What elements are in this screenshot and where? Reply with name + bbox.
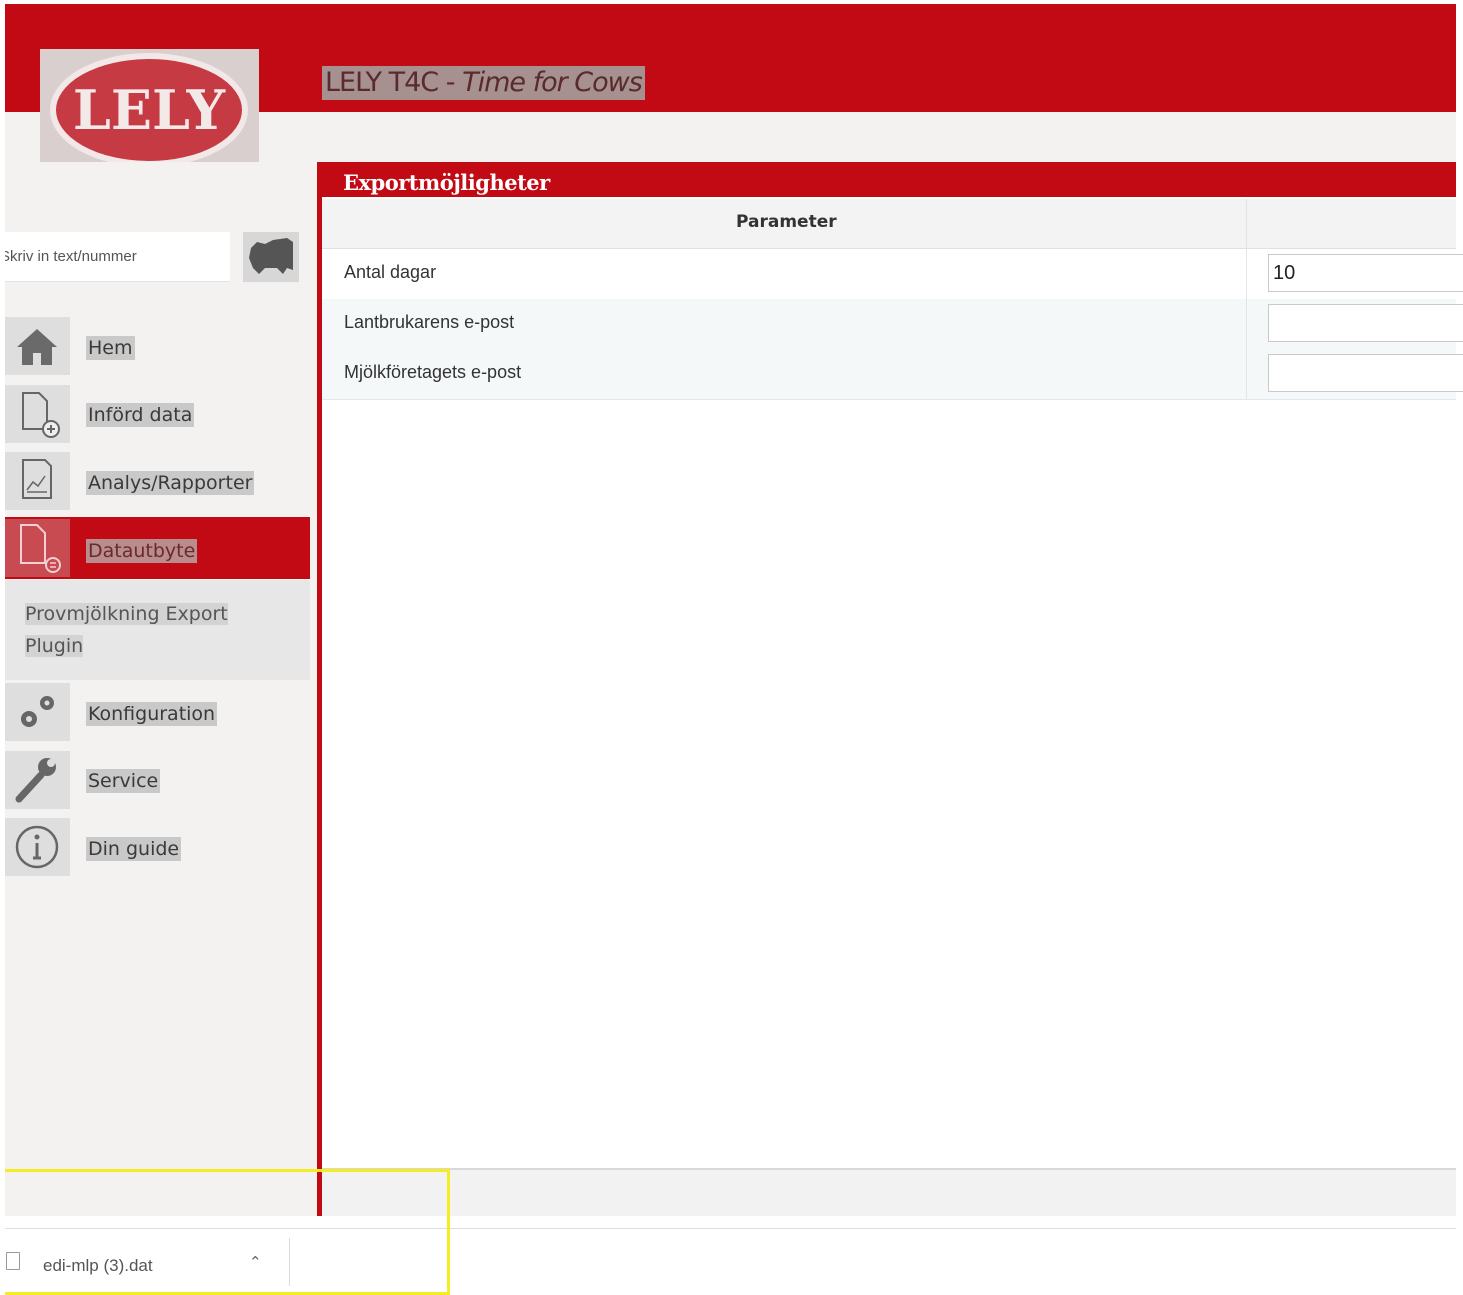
app-title-main: LELY T4C - [325, 67, 463, 98]
cow-search-button[interactable] [243, 232, 299, 282]
highlight-box [5, 1169, 450, 1295]
nav-item-datautbyte-label: Datautbyte [86, 539, 198, 563]
lely-logo: LELY [40, 49, 259, 180]
subnav-item-provmjolkning-export[interactable]: Provmjölkning Export Plugin [25, 598, 245, 662]
column-divider [1246, 199, 1247, 399]
row-label-mjolkforetagets-epost: Mjölkföretagets e-post [344, 362, 522, 382]
house-icon [17, 329, 57, 365]
app-title-sub: Time for Cows [462, 67, 643, 98]
nav-item-hem[interactable]: Hem [86, 336, 135, 360]
panel-title: Exportmöjligheter [343, 170, 550, 195]
row-label-lantbrukarens-epost: Lantbrukarens e-post [344, 312, 515, 332]
subnav-item-label: Provmjölkning Export Plugin [25, 603, 228, 657]
document-add-icon [22, 392, 60, 438]
table-row: Antal dagar [322, 249, 1463, 300]
info-icon [15, 825, 59, 869]
nav-datautbyte-icon-box [5, 519, 70, 577]
nav-item-service[interactable]: Service [86, 769, 161, 793]
column-header-parameter: Parameter [736, 212, 837, 232]
nav-hem-icon-box[interactable] [5, 317, 70, 375]
cow-icon [249, 238, 293, 274]
nav-konfiguration-icon-box[interactable] [5, 683, 70, 741]
table-row: Mjölkföretagets e-post [322, 349, 1463, 400]
antal-dagar-input[interactable] [1268, 254, 1463, 292]
nav-item-konfiguration[interactable]: Konfiguration [86, 702, 218, 726]
lantbrukarens-epost-input[interactable] [1268, 304, 1463, 342]
nav-service-icon-box[interactable] [5, 751, 70, 809]
row-label-antal-dagar: Antal dagar [344, 262, 437, 282]
nav-item-datautbyte[interactable]: Datautbyte [5, 517, 310, 579]
panel-footer [322, 1170, 1456, 1216]
table-row: Lantbrukarens e-post [322, 299, 1463, 350]
report-chart-icon [22, 459, 52, 499]
wrench-icon [15, 758, 56, 803]
nav-item-din-guide[interactable]: Din guide [86, 837, 182, 861]
table-header [322, 199, 1456, 249]
logo-text: LELY [73, 78, 227, 142]
subnav-panel: Provmjölkning Export Plugin [5, 580, 310, 680]
nav-analys-icon-box[interactable] [5, 452, 70, 510]
search-input[interactable] [5, 232, 230, 282]
gears-icon [21, 696, 54, 727]
nav-inford-icon-box[interactable] [5, 385, 70, 443]
app-title: LELY T4C - Time for Cows [322, 66, 645, 100]
mjolkforetagets-epost-input[interactable] [1268, 354, 1463, 392]
nav-din-guide-icon-box[interactable] [5, 818, 70, 876]
nav-item-inford-data[interactable]: Införd data [86, 403, 195, 427]
nav-item-analys-rapporter[interactable]: Analys/Rapporter [86, 471, 255, 495]
document-exchange-icon [20, 524, 61, 573]
